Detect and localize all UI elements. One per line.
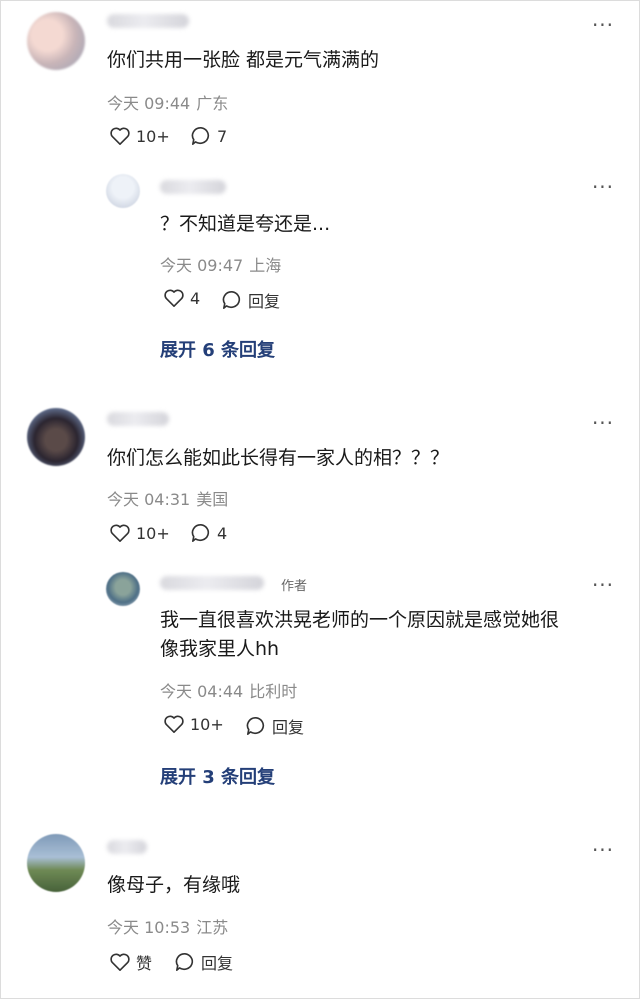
reply-time: 今天 09:47 [160,256,244,275]
comment-meta: 今天 10:53 江苏 [107,914,228,938]
comment-meta: 今天 04:31 美国 [107,486,228,510]
comment-location: 美国 [196,490,229,509]
avatar[interactable] [27,408,85,466]
username-blurred[interactable] [160,576,264,590]
avatar[interactable] [27,834,85,892]
username-blurred[interactable] [107,14,189,28]
comment-meta: 今天 09:44 广东 [107,90,228,114]
more-dots-icon[interactable]: ··· [588,15,618,35]
username-blurred[interactable] [107,840,147,854]
reply-label: 回复 [201,954,234,973]
reply-button[interactable]: 回复 [245,714,304,738]
more-dots-icon[interactable]: ··· [588,177,618,197]
comment-bubble-icon [191,126,210,145]
reply-count: 4 [217,523,228,543]
comment-bubble-icon [191,523,210,542]
comment-text: 像母子，有缘哦 [107,874,241,896]
comment-text: 你们怎么能如此长得有一家人的相？？？ [107,447,450,469]
reply-button[interactable]: 回复 [221,288,280,312]
comment-text: 你们共用一张脸 都是元气满满的 [107,49,380,71]
comment-bubble-icon [222,290,241,309]
like-button[interactable]: 赞 [109,950,152,974]
like-count: 10+ [136,126,170,146]
like-button[interactable]: 4 [163,288,200,308]
heart-icon [164,289,184,307]
comment-location: 江苏 [196,918,229,937]
comment-count-button[interactable]: 7 [190,126,227,146]
reply-button[interactable]: 回复 [174,950,233,974]
like-button[interactable]: 10+ [109,523,170,543]
username-blurred[interactable] [160,180,226,194]
like-count: 10+ [190,714,224,734]
more-dots-icon[interactable]: ··· [588,413,618,433]
reply-text: ？不知道是夸还是... [160,213,331,235]
author-tag: 作者 [281,579,308,594]
username-blurred[interactable] [107,412,169,426]
heart-icon [110,953,130,971]
like-label: 赞 [136,954,153,973]
comment-time: 今天 10:53 [107,918,191,937]
comment-time: 今天 09:44 [107,94,191,113]
comment-count-button[interactable]: 4 [190,523,227,543]
comment-location: 广东 [196,94,229,113]
heart-icon [110,127,130,145]
more-dots-icon[interactable]: ··· [588,840,618,860]
more-dots-icon[interactable]: ··· [588,575,618,595]
heart-icon [110,524,130,542]
avatar[interactable] [106,572,140,606]
like-button[interactable]: 10+ [109,126,170,146]
reply-count: 7 [217,126,228,146]
like-count: 4 [190,288,201,308]
comment-bubble-icon [175,952,194,971]
expand-replies-link[interactable]: 展开 3 条回复 [160,763,275,789]
reply-meta: 今天 04:44 比利时 [160,678,297,702]
heart-icon [164,715,184,733]
avatar[interactable] [106,174,140,208]
comment-bubble-icon [246,716,265,735]
reply-meta: 今天 09:47 上海 [160,252,281,276]
reply-location: 上海 [249,256,282,275]
reply-text-line-2: 像我家里人hh [160,638,280,660]
reply-label: 回复 [272,718,305,737]
reply-time: 今天 04:44 [160,682,244,701]
comment-time: 今天 04:31 [107,490,191,509]
expand-replies-link[interactable]: 展开 6 条回复 [160,336,275,362]
like-button[interactable]: 10+ [163,714,224,734]
like-count: 10+ [136,523,170,543]
avatar[interactable] [27,12,85,70]
reply-text-line-1: 我一直很喜欢洪晃老师的一个原因就是感觉她很 [160,609,560,631]
reply-label: 回复 [248,292,281,311]
reply-location: 比利时 [249,682,298,701]
screenshot-border [0,0,640,999]
